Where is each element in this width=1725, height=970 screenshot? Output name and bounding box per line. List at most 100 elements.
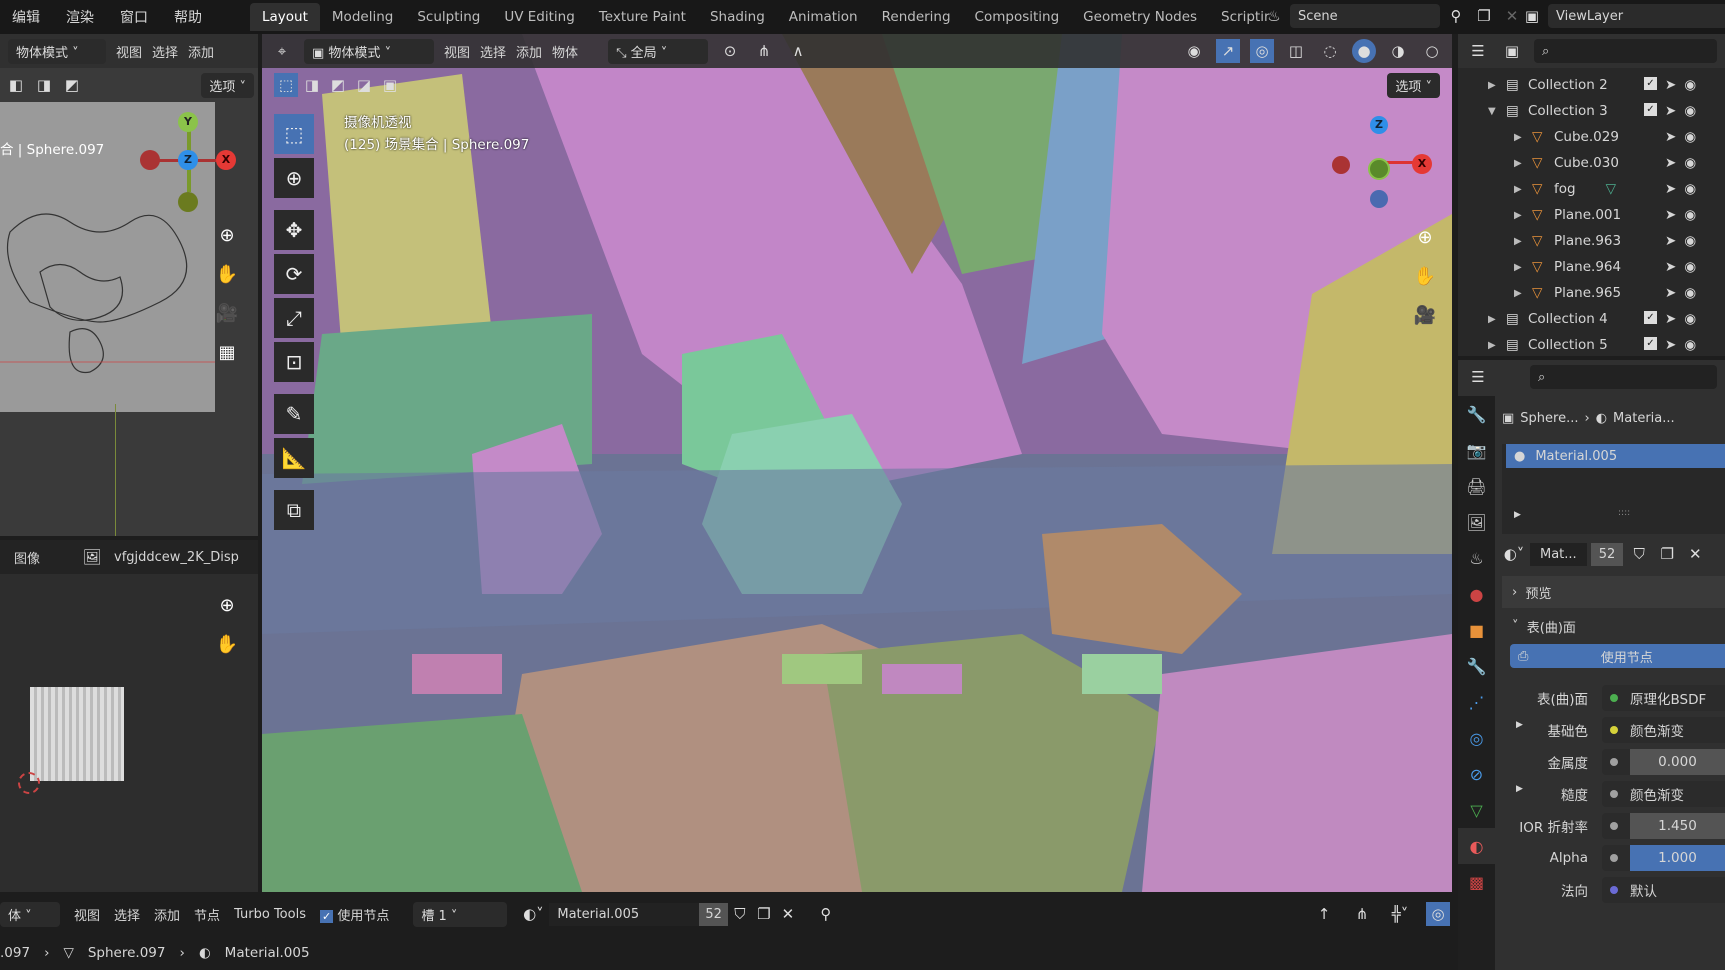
eye-icon[interactable]: ◉ — [1684, 155, 1696, 171]
eye-icon[interactable]: ◉ — [1684, 181, 1696, 197]
selectable-icon[interactable]: ➤ — [1665, 155, 1676, 171]
collapsed-icon[interactable]: ▶ — [1488, 340, 1502, 351]
selectable-icon[interactable]: ➤ — [1665, 207, 1676, 223]
outliner-item[interactable]: ▶ ▽ Plane.964 ➤ ◉ — [1458, 254, 1725, 280]
snap-icon[interactable]: ⋔ — [1350, 902, 1374, 926]
navigation-gizmo[interactable]: Z X — [1332, 116, 1432, 216]
outliner-item[interactable]: ▼ ▤ Collection 3 ✓ ➤ ◉ — [1458, 98, 1725, 124]
collapsed-icon[interactable]: ▶ — [1488, 80, 1502, 91]
collapsed-icon[interactable]: ▶ — [1514, 288, 1528, 299]
tab-view-layer-icon[interactable]: 🖼 — [1458, 504, 1495, 540]
tab-workspace[interactable]: Sculpting — [405, 3, 492, 31]
selectable-icon[interactable]: ➤ — [1665, 259, 1676, 275]
zoom-icon[interactable]: ⊕ — [1410, 222, 1440, 252]
gizmo-z[interactable]: Z — [178, 150, 198, 170]
outliner-item[interactable]: ▶ ▽ fog ▽ ➤ ◉ — [1458, 176, 1725, 202]
xray-icon[interactable]: ◫ — [1284, 39, 1308, 63]
tab-tool-icon[interactable]: 🔧 — [1458, 396, 1495, 432]
select-mode-icon[interactable]: ◧ — [4, 73, 28, 97]
camera-icon[interactable]: 🎥 — [1410, 300, 1440, 330]
grid-icon[interactable]: ▦ — [212, 337, 242, 367]
scene-field[interactable]: Scene — [1290, 4, 1440, 28]
move-tool-icon[interactable]: ✥ — [274, 210, 314, 250]
left-3d-viewport[interactable]: 物体模式 ˅ 视图 选择 添加 ◧ ◨ ◩ 选项 ˅ 合 | Sphere.097 … — [0, 34, 258, 536]
tab-workspace[interactable]: Shading — [698, 3, 777, 31]
property-value[interactable]: 颜色渐变 — [1602, 781, 1725, 807]
gizmo-toggle-icon[interactable]: ↗ — [1216, 39, 1240, 63]
camera-icon[interactable]: 🎥 — [212, 298, 242, 328]
gizmo-x[interactable]: X — [1412, 154, 1432, 174]
exclude-checkbox[interactable]: ✓ — [1644, 337, 1657, 350]
menu-object[interactable]: 物体 — [552, 42, 578, 61]
measure-tool-icon[interactable]: 📐 — [274, 438, 314, 478]
tab-data-icon[interactable]: ▽ — [1458, 792, 1495, 828]
unlink-icon[interactable]: ✕ — [1683, 542, 1707, 566]
menu-item[interactable]: 渲染 — [66, 7, 108, 27]
eye-icon[interactable]: ◉ — [1684, 337, 1696, 353]
collapsed-icon[interactable]: ▶ — [1514, 158, 1528, 169]
menu-item[interactable]: 窗口 — [120, 7, 162, 27]
fake-user-icon[interactable]: ⛉ — [728, 902, 752, 926]
zoom-icon[interactable]: ⊕ — [212, 220, 242, 250]
select-subtract-icon[interactable]: ◩ — [326, 73, 350, 97]
exclude-checkbox[interactable]: ✓ — [1644, 77, 1657, 90]
tab-world-icon[interactable]: ● — [1458, 576, 1495, 612]
add-cube-tool-icon[interactable]: ⧉ — [274, 490, 314, 530]
transform-orientation-select[interactable]: ⤡ 全局 ˅ — [608, 38, 709, 64]
collapsed-icon[interactable]: ▶ — [1514, 236, 1528, 247]
socket-icon[interactable] — [1610, 886, 1618, 894]
menu-turbo-tools[interactable]: Turbo Tools — [234, 907, 306, 922]
gizmo-z[interactable]: Z — [1370, 116, 1388, 134]
material-shading-icon[interactable]: ◑ — [1386, 39, 1410, 63]
tab-workspace[interactable]: Texture Paint — [587, 3, 698, 31]
menu-select[interactable]: 选择 — [152, 42, 178, 61]
collapsed-icon[interactable]: ▶ — [1514, 184, 1528, 195]
selectable-icon[interactable]: ➤ — [1665, 233, 1676, 249]
use-nodes-checkbox[interactable]: ✓ 使用节点 — [319, 905, 389, 924]
fake-user-icon[interactable]: ⛉ — [1627, 542, 1651, 566]
snap-mode-icon[interactable]: ╬˅ — [1388, 902, 1412, 926]
select-tool-icon[interactable]: ⬚ — [274, 114, 314, 154]
selectable-icon[interactable]: ➤ — [1665, 311, 1676, 327]
slot-select[interactable]: 槽 1 ˅ — [413, 901, 508, 927]
exclude-checkbox[interactable]: ✓ — [1644, 311, 1657, 324]
outliner-item[interactable]: ▶ ▤ Collection 5 ✓ ➤ ◉ — [1458, 332, 1725, 358]
menu-node[interactable]: 节点 — [194, 905, 220, 924]
eye-icon[interactable]: ◉ — [1684, 311, 1696, 327]
eye-icon[interactable]: ◉ — [1684, 103, 1696, 119]
property-value[interactable]: 1.000 — [1602, 845, 1725, 871]
menu-item[interactable]: 帮助 — [174, 7, 216, 27]
outliner-item[interactable]: ▶ ▽ Cube.030 ➤ ◉ — [1458, 150, 1725, 176]
tab-physics-icon[interactable]: ◎ — [1458, 720, 1495, 756]
outliner-item[interactable]: ▶ ▤ Collection 4 ✓ ➤ ◉ — [1458, 306, 1725, 332]
overlay-toggle-icon[interactable]: ◎ — [1250, 39, 1274, 63]
selectable-icon[interactable]: ➤ — [1665, 337, 1676, 353]
duplicate-icon[interactable]: ❐ — [752, 902, 776, 926]
property-value[interactable]: 默认 — [1602, 877, 1725, 903]
tab-workspace[interactable]: Rendering — [870, 3, 963, 31]
tab-workspace[interactable]: Geometry Nodes — [1071, 3, 1209, 31]
resize-handle[interactable]: :::: — [1618, 508, 1630, 518]
wireframe-shading-icon[interactable]: ◌ — [1318, 39, 1342, 63]
main-3d-viewport[interactable]: ⌖ ▣ 物体模式 ˅ 视图 选择 添加 物体 ⤡ 全局 ˅ ⊙ ⋔ ∧ ◉ ↗ … — [262, 34, 1452, 892]
tab-workspace[interactable]: Layout — [250, 3, 320, 31]
mode-select[interactable]: ▣ 物体模式 ˅ — [304, 38, 434, 64]
selectable-icon[interactable]: ➤ — [1665, 129, 1676, 145]
mode-select[interactable]: 物体模式 ˅ — [8, 38, 106, 64]
image-browse-icon[interactable]: 🖼 — [80, 545, 104, 569]
collapsed-icon[interactable]: ▶ — [1488, 314, 1502, 325]
menu-add[interactable]: 添加 — [154, 905, 180, 924]
tab-render-icon[interactable]: 📷 — [1458, 432, 1495, 468]
tab-constraints-icon[interactable]: ⊘ — [1458, 756, 1495, 792]
eye-icon[interactable]: ◉ — [1684, 285, 1696, 301]
property-value[interactable]: 0.000 — [1602, 749, 1725, 775]
scale-tool-icon[interactable]: ⤢ — [274, 298, 314, 338]
exclude-checkbox[interactable]: ✓ — [1644, 103, 1657, 116]
editor-type-icon[interactable]: ☰ — [1466, 39, 1490, 63]
property-value[interactable]: 1.450 — [1602, 813, 1725, 839]
pivot-icon[interactable]: ⊙ — [718, 39, 742, 63]
tab-modifier-icon[interactable]: 🔧 — [1458, 648, 1495, 684]
duplicate-icon[interactable]: ❐ — [1655, 542, 1679, 566]
pan-hand-icon[interactable]: ✋ — [212, 259, 242, 289]
image-name-field[interactable]: vfgjddcew_2K_Disp — [114, 550, 239, 565]
